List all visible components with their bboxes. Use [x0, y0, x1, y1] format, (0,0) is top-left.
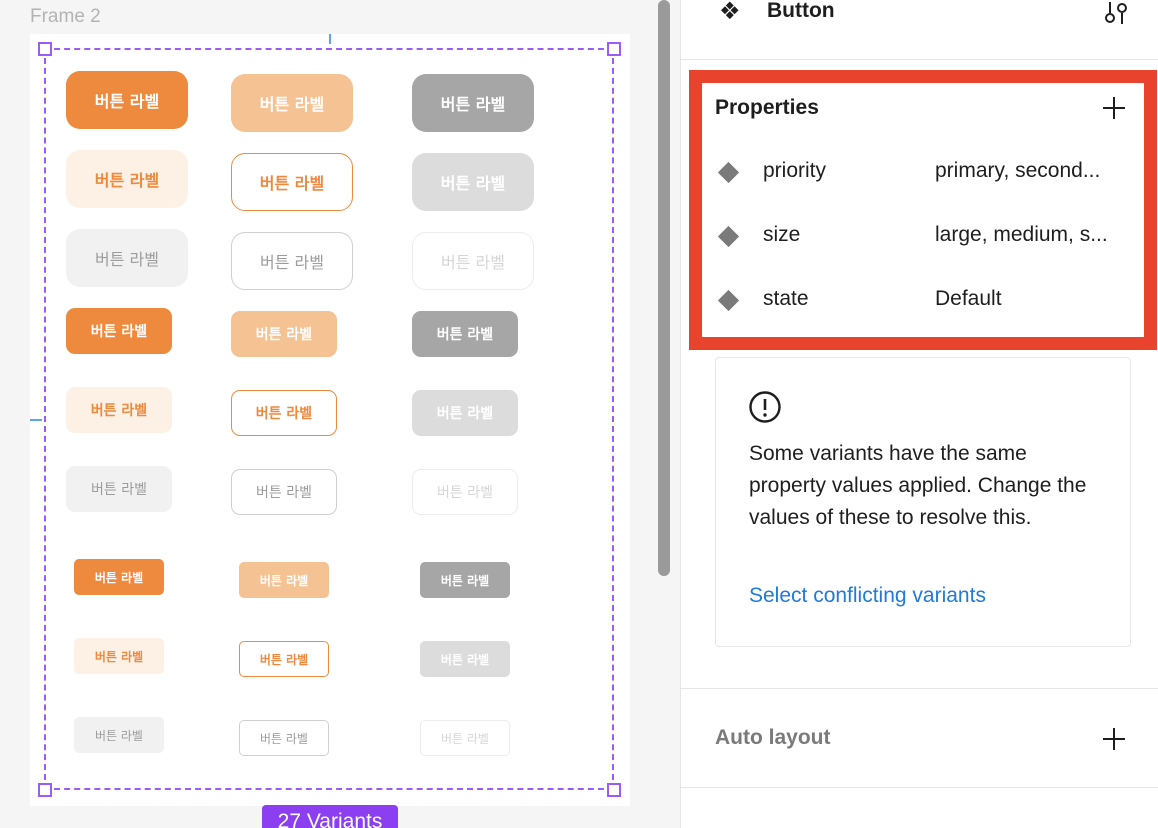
property-name: priority [763, 159, 827, 182]
warning-message: Some variants have the same property val… [749, 442, 1087, 529]
component-set-selection[interactable] [44, 48, 614, 790]
property-name: state [763, 287, 809, 310]
property-name: size [763, 223, 801, 246]
component-settings-icon[interactable] [1103, 0, 1129, 26]
property-values: large, medium, s... [935, 223, 1108, 246]
canvas-scrollbar[interactable] [658, 0, 670, 576]
component-header: ❖ Button [681, 0, 1158, 60]
design-canvas[interactable]: Frame 2 버튼 라벨 버튼 라벨 버튼 라벨 버튼 라벨 버튼 라벨 버튼… [0, 0, 658, 828]
conflict-warning: Some variants have the same property val… [715, 357, 1131, 647]
variant-property-icon [717, 289, 740, 312]
frame-label[interactable]: Frame 2 [30, 6, 101, 28]
spacing-guide-top [329, 34, 331, 44]
component-name[interactable]: Button [767, 0, 835, 23]
resize-handle-bottom-right[interactable] [607, 783, 621, 797]
resize-handle-bottom-left[interactable] [38, 783, 52, 797]
add-auto-layout-icon[interactable] [1102, 727, 1126, 751]
select-conflicting-variants-link[interactable]: Select conflicting variants [749, 584, 986, 608]
variant-property-icon [717, 161, 740, 184]
add-property-icon[interactable] [1102, 96, 1126, 120]
variants-count-badge: 27 Variants [262, 805, 398, 828]
property-values: primary, second... [935, 159, 1101, 182]
property-row-size[interactable]: size large, medium, s... [717, 221, 1127, 251]
resize-handle-top-right[interactable] [607, 42, 621, 56]
auto-layout-title: Auto layout [715, 726, 831, 749]
variant-property-icon [717, 225, 740, 248]
section-divider [681, 688, 1158, 689]
spacing-guide-left [30, 419, 42, 421]
resize-handle-top-left[interactable] [38, 42, 52, 56]
warning-icon [749, 391, 781, 423]
property-row-state[interactable]: state Default [717, 285, 1127, 315]
section-divider [681, 787, 1158, 788]
property-values: Default [935, 287, 1002, 310]
properties-panel: ❖ Button Properties priority primary, se… [680, 0, 1158, 828]
properties-title: Properties [715, 96, 819, 119]
component-icon: ❖ [719, 0, 741, 25]
property-row-priority[interactable]: priority primary, second... [717, 157, 1127, 187]
